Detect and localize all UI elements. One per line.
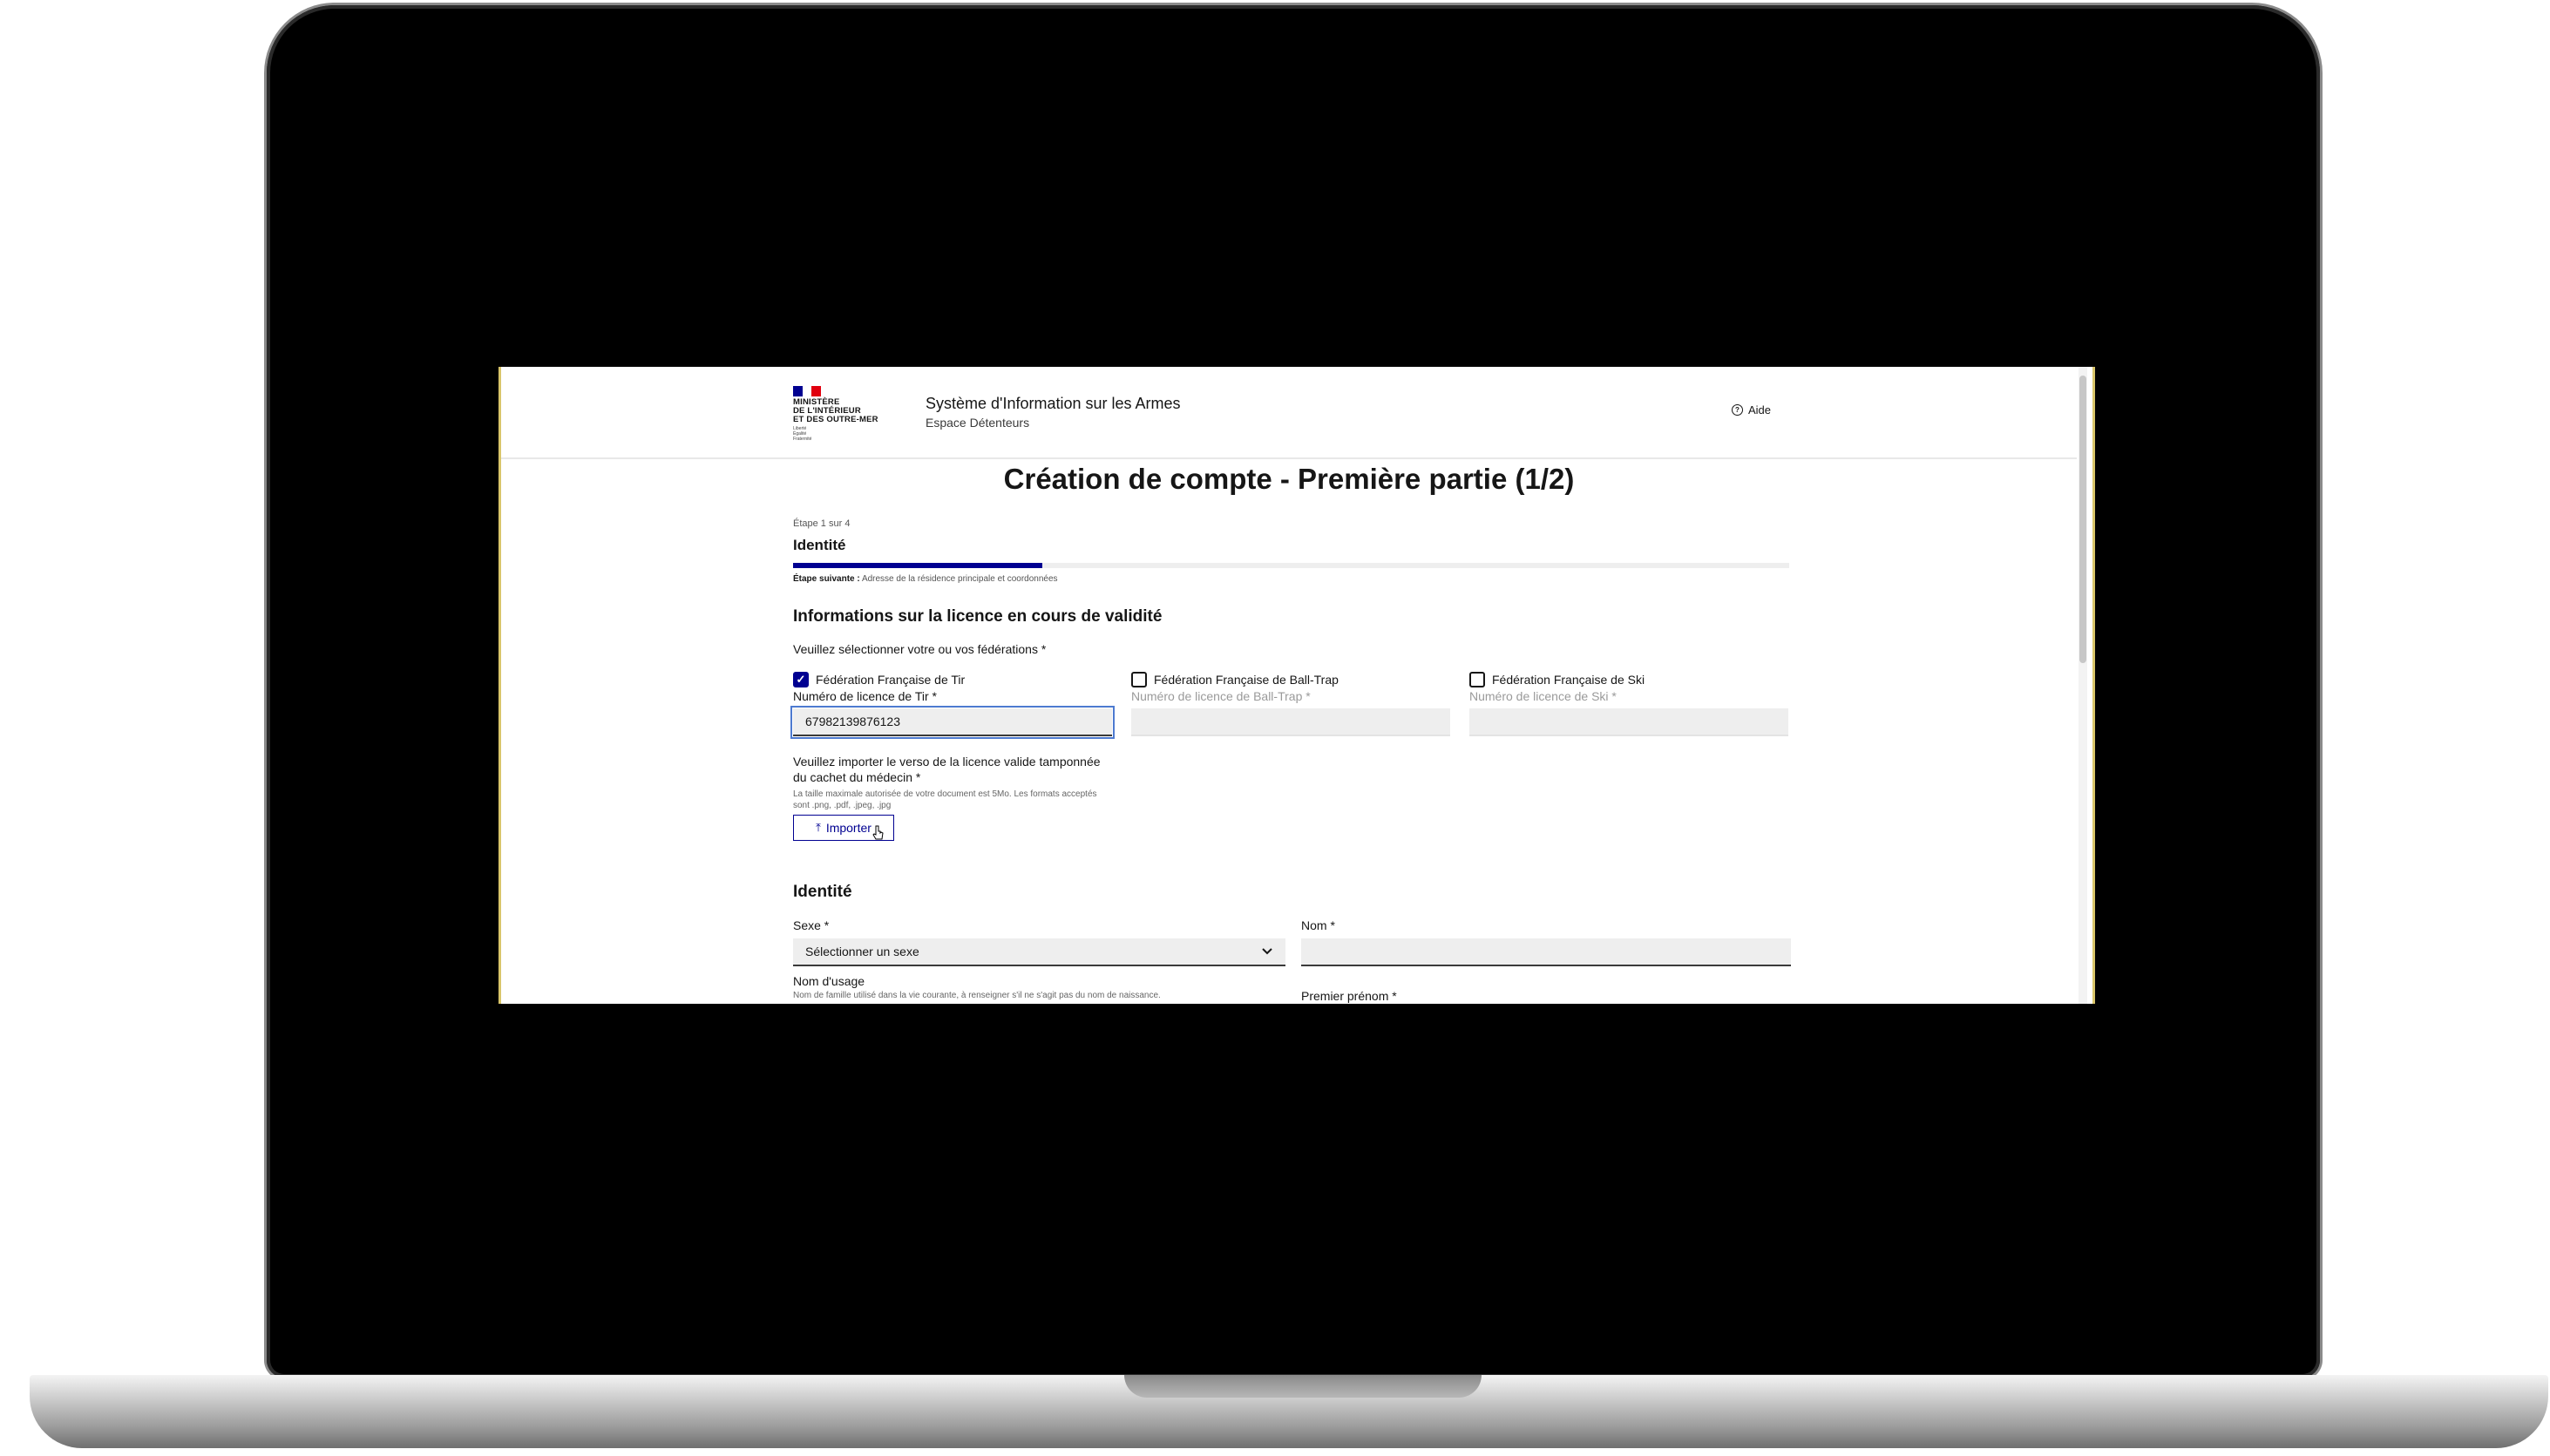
page-scrollbar[interactable] <box>2079 367 2087 1004</box>
licence-tir-input[interactable] <box>790 706 1115 739</box>
federation-ball-trap-name[interactable]: Fédération Française de Ball-Trap <box>1154 673 1339 687</box>
checkbox-ski[interactable] <box>1469 672 1485 687</box>
identity-section-title: Identité <box>793 883 852 901</box>
help-icon: ? <box>1732 404 1743 416</box>
laptop-notch <box>1124 1375 1482 1398</box>
site-subtitle: Espace Détenteurs <box>926 416 1030 430</box>
licence-section-title: Informations sur la licence en cours de … <box>793 607 1163 626</box>
nom-label: Nom * <box>1301 918 1335 932</box>
upload-icon: ⤒ <box>816 821 821 834</box>
help-link[interactable]: ? Aide <box>1732 403 1771 416</box>
stepper-progress-fill <box>793 563 1042 568</box>
federation-ski: Fédération Française de Ski Numéro de li… <box>1469 672 1792 736</box>
ministry-logo[interactable]: MINISTÈRE DE L'INTÉRIEUR ET DES OUTRE-ME… <box>793 386 906 444</box>
site-header: MINISTÈRE DE L'INTÉRIEUR ET DES OUTRE-ME… <box>501 367 2077 459</box>
stepper-progress-bar <box>793 563 1789 568</box>
stepper-next-value: Adresse de la résidence principale et co… <box>861 574 1058 584</box>
checkbox-ball-trap[interactable] <box>1131 672 1147 687</box>
scrollbar-thumb[interactable] <box>2079 376 2086 663</box>
browser-screen: MINISTÈRE DE L'INTÉRIEUR ET DES OUTRE-ME… <box>498 367 2095 1004</box>
checkbox-tir[interactable]: ✓ <box>793 672 809 687</box>
licence-tir-label: Numéro de licence de Tir * <box>793 689 937 703</box>
upload-hint: La taille maximale autorisée de votre do… <box>793 789 1097 810</box>
licence-ski-label: Numéro de licence de Ski * <box>1469 689 1617 703</box>
licence-ski-input[interactable] <box>1469 708 1788 736</box>
sexe-label: Sexe * <box>793 918 830 932</box>
nom-usage-hint: Nom de famille utilisé dans la vie coura… <box>793 991 1161 1000</box>
stepper-next-label: Étape suivante : <box>793 574 860 584</box>
federation-legend: Veuillez sélectionner votre ou vos fédér… <box>793 642 1047 656</box>
federation-tir: ✓ Fédération Française de Tir Numéro de … <box>790 672 1116 739</box>
republic-motto: Liberté Égalité Fraternité <box>793 426 812 442</box>
nom-input[interactable] <box>1301 938 1791 966</box>
sexe-select[interactable]: Sélectionner un sexe <box>793 938 1285 966</box>
licence-ball-trap-input[interactable] <box>1131 708 1450 736</box>
federation-tir-name[interactable]: Fédération Française de Tir <box>816 673 965 687</box>
prenom-label: Premier prénom * <box>1301 989 1397 1003</box>
help-label: Aide <box>1748 403 1772 416</box>
federation-ball-trap: Fédération Française de Ball-Trap Numéro… <box>1131 672 1454 736</box>
upload-title: Veuillez importer le verso de la licence… <box>793 755 1101 784</box>
nom-usage-label: Nom d'usage <box>793 974 865 988</box>
stepper-title: Identité <box>793 537 846 553</box>
site-title[interactable]: Système d'Information sur les Armes <box>926 395 1181 413</box>
page-title: Création de compte - Première partie (1/… <box>1003 463 1575 495</box>
ministry-name: MINISTÈRE DE L'INTÉRIEUR ET DES OUTRE-ME… <box>793 397 878 424</box>
stepper-next-step: Étape suivante : Adresse de la résidence… <box>793 574 1058 584</box>
french-flag-icon <box>793 386 822 396</box>
chevron-down-icon <box>1262 948 1272 955</box>
mouse-cursor-icon <box>872 825 884 840</box>
import-label: Importer <box>825 821 871 835</box>
stepper-step-label: Étape 1 sur 4 <box>793 518 851 529</box>
federation-ski-name[interactable]: Fédération Française de Ski <box>1492 673 1645 687</box>
licence-ball-trap-label: Numéro de licence de Ball-Trap * <box>1131 689 1311 703</box>
sexe-select-value: Sélectionner un sexe <box>805 945 919 958</box>
